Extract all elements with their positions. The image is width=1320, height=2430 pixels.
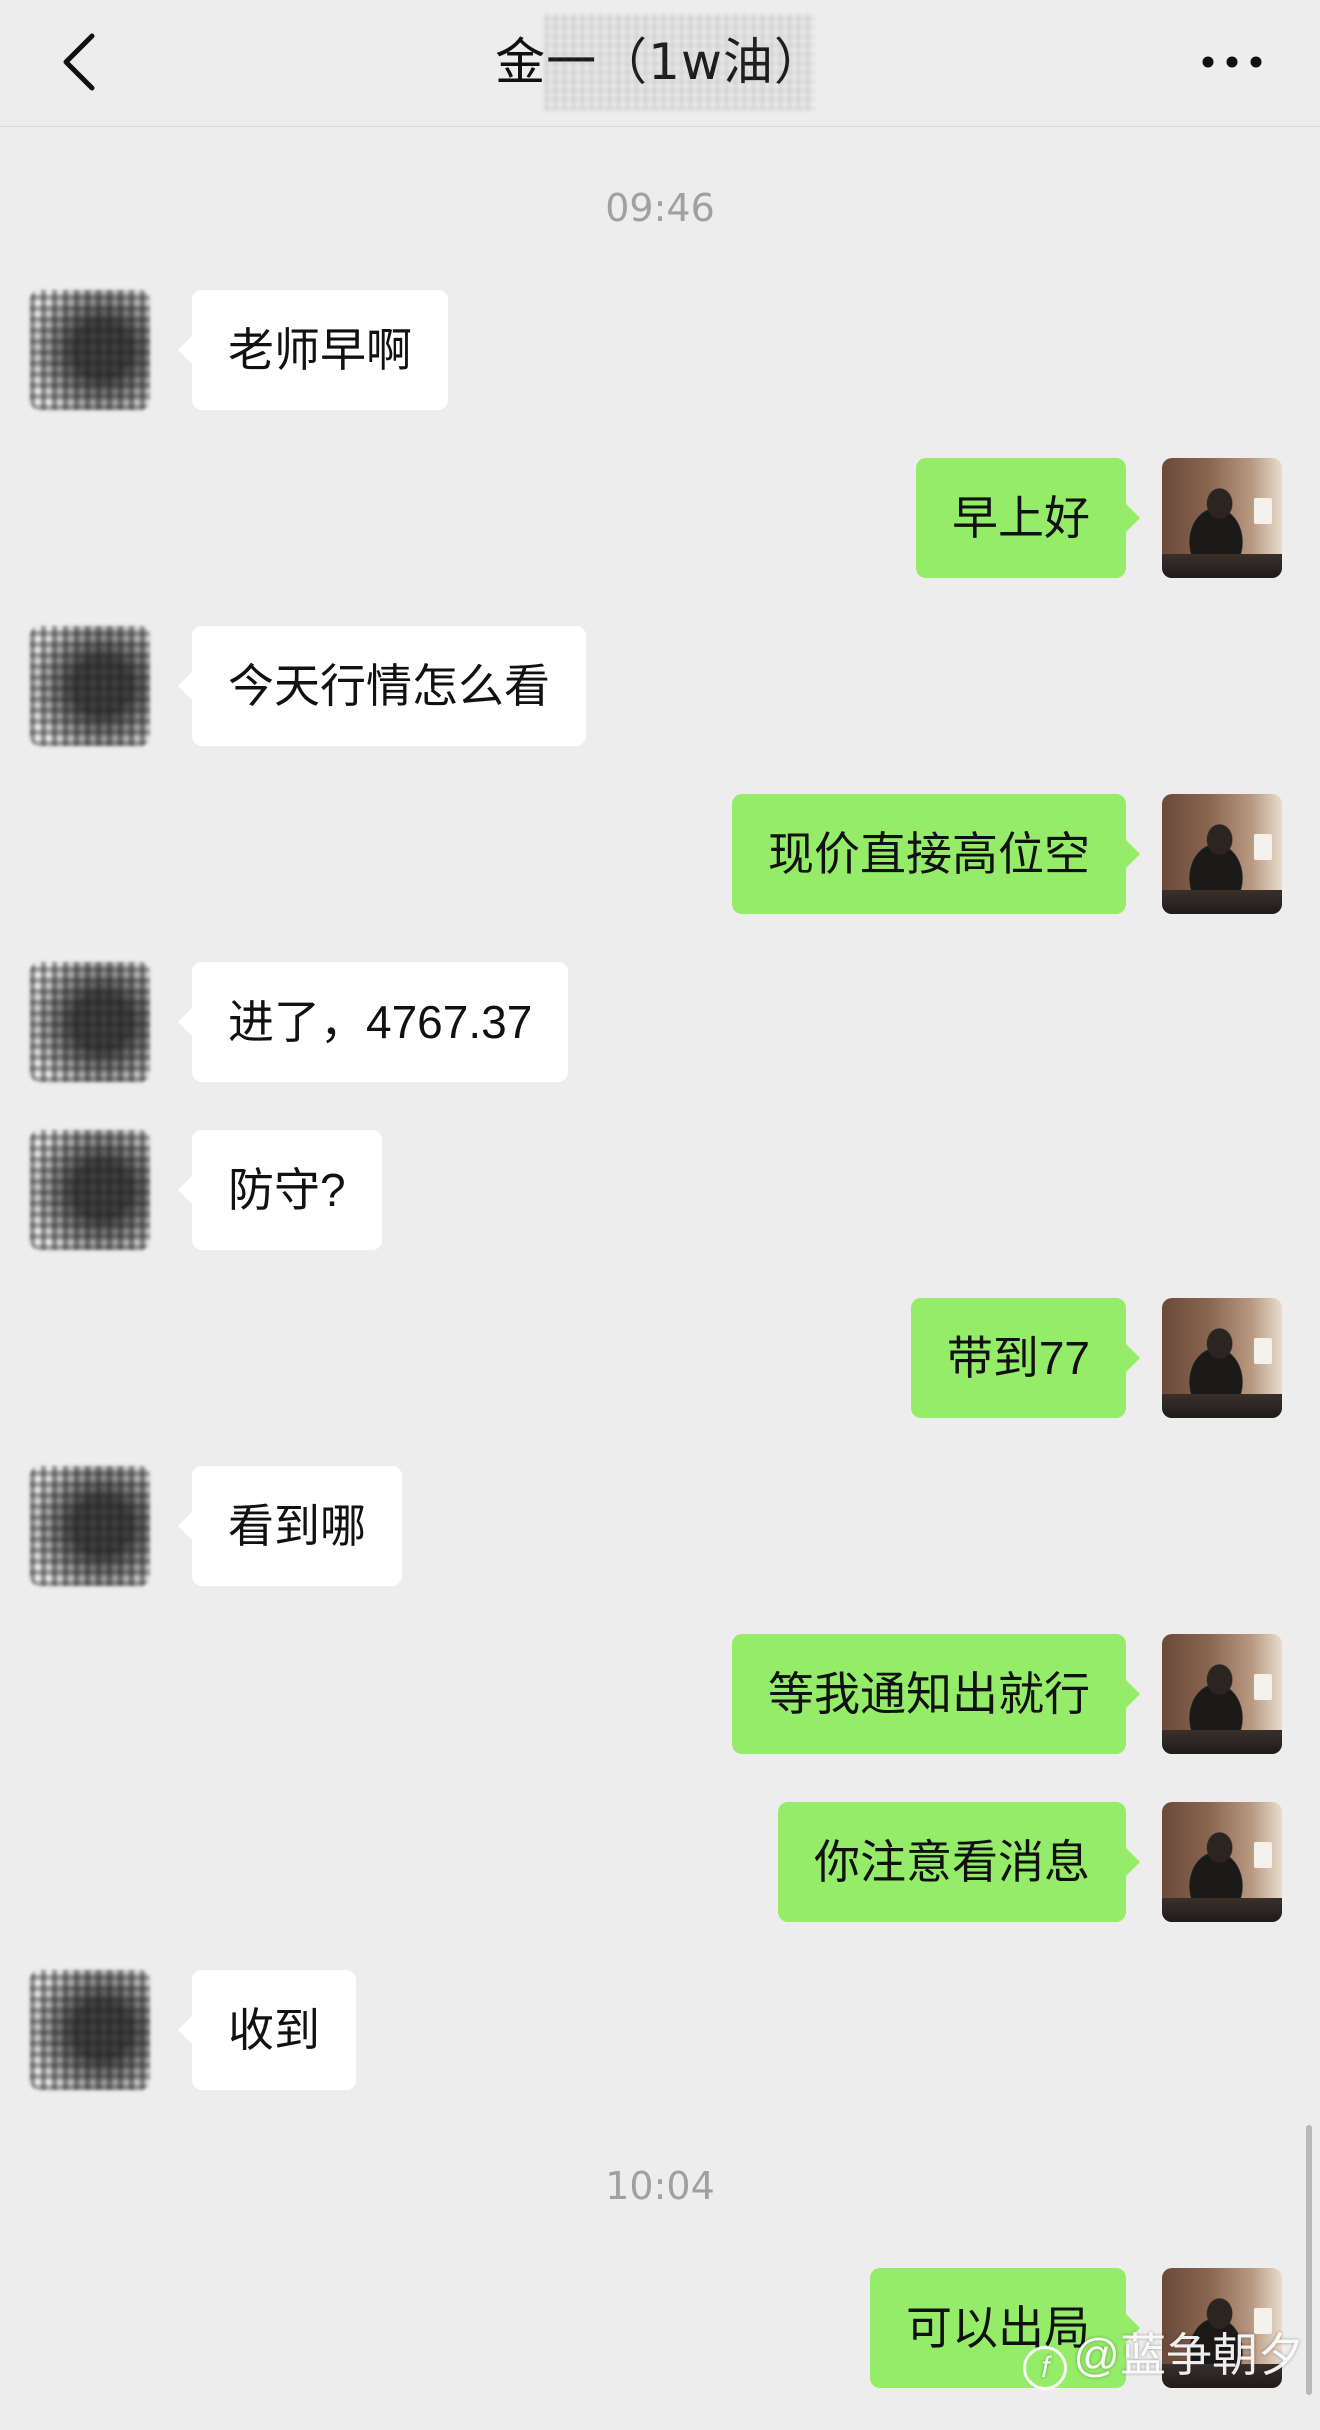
my-avatar[interactable] bbox=[1162, 458, 1282, 578]
my-avatar[interactable] bbox=[1162, 1802, 1282, 1922]
my-avatar[interactable] bbox=[1162, 1298, 1282, 1418]
timestamp: 09:46 bbox=[605, 186, 715, 230]
outgoing-message-bubble[interactable]: 等我通知出就行 bbox=[732, 1634, 1140, 1754]
more-dots-icon[interactable] bbox=[1200, 44, 1264, 80]
scrollbar[interactable] bbox=[1306, 2125, 1312, 2395]
outgoing-message-bubble[interactable]: 带到77 bbox=[910, 1298, 1141, 1418]
contact-avatar[interactable] bbox=[30, 1970, 150, 2090]
incoming-message-bubble[interactable]: 防守? bbox=[178, 1130, 382, 1250]
contact-avatar[interactable] bbox=[30, 290, 150, 410]
contact-avatar[interactable] bbox=[30, 1466, 150, 1586]
my-avatar[interactable] bbox=[1162, 1634, 1282, 1754]
contact-avatar[interactable] bbox=[30, 626, 150, 746]
watermark: f @蓝争朝夕 bbox=[1023, 2319, 1304, 2390]
contact-avatar[interactable] bbox=[30, 962, 150, 1082]
contact-avatar[interactable] bbox=[30, 1130, 150, 1250]
outgoing-message-bubble[interactable]: 早上好 bbox=[916, 458, 1140, 578]
incoming-message-bubble[interactable]: 收到 bbox=[178, 1970, 356, 2090]
watermark-text: @蓝争朝夕 bbox=[1073, 2329, 1304, 2381]
incoming-message-bubble[interactable]: 老师早啊 bbox=[178, 290, 448, 410]
incoming-message-bubble[interactable]: 今天行情怎么看 bbox=[178, 626, 586, 746]
outgoing-message-bubble[interactable]: 你注意看消息 bbox=[778, 1802, 1140, 1922]
incoming-message-bubble[interactable]: 看到哪 bbox=[178, 1466, 402, 1586]
title-redaction bbox=[545, 14, 815, 110]
incoming-message-bubble[interactable]: 进了，4767.37 bbox=[177, 962, 569, 1082]
my-avatar[interactable] bbox=[1162, 794, 1282, 914]
watermark-logo-icon: f bbox=[1023, 2346, 1068, 2390]
chat-header: 金一（1w油） bbox=[0, 0, 1320, 127]
timestamp: 10:04 bbox=[605, 2164, 715, 2208]
outgoing-message-bubble[interactable]: 现价直接高位空 bbox=[732, 794, 1140, 914]
